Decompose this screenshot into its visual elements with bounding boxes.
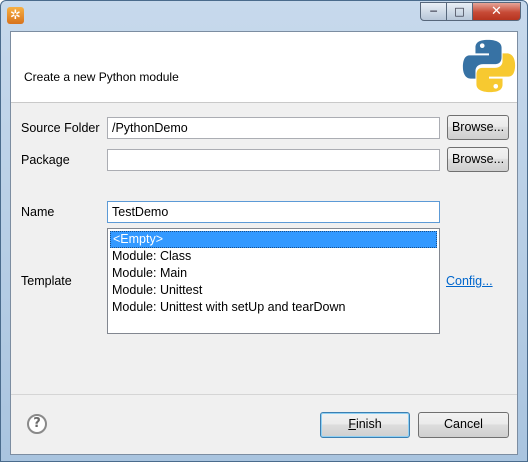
package-browse-button[interactable]: Browse... bbox=[447, 147, 509, 172]
template-option-unittest-setup-teardown[interactable]: Module: Unittest with setUp and tearDown bbox=[110, 299, 437, 316]
minimize-button[interactable]: ─ bbox=[420, 2, 447, 21]
config-link[interactable]: Config... bbox=[446, 274, 493, 288]
source-folder-input[interactable] bbox=[107, 117, 440, 139]
wizard-header: Create a new Python module bbox=[11, 32, 517, 103]
title-bar[interactable]: ✲ ─ □ ✕ bbox=[1, 1, 527, 31]
template-option-class[interactable]: Module: Class bbox=[110, 248, 437, 265]
wizard-title: Create a new Python module bbox=[24, 70, 179, 84]
app-gear-icon: ✲ bbox=[7, 7, 24, 24]
finish-button[interactable]: Finish bbox=[320, 412, 410, 438]
dialog-window: ✲ ─ □ ✕ Create a new Python module Sourc… bbox=[0, 0, 528, 462]
dialog-content: Create a new Python module Source Folder… bbox=[10, 31, 518, 455]
template-option-unittest[interactable]: Module: Unittest bbox=[110, 282, 437, 299]
name-input[interactable] bbox=[107, 201, 440, 223]
template-option-main[interactable]: Module: Main bbox=[110, 265, 437, 282]
maximize-button[interactable]: □ bbox=[446, 2, 473, 21]
package-label: Package bbox=[21, 153, 70, 167]
help-icon[interactable]: ? bbox=[27, 414, 47, 434]
close-button[interactable]: ✕ bbox=[472, 2, 521, 21]
package-input[interactable] bbox=[107, 149, 440, 171]
template-option-empty[interactable]: <Empty> bbox=[110, 231, 437, 248]
finish-button-mnemonic: F bbox=[348, 417, 356, 431]
cancel-button[interactable]: Cancel bbox=[418, 412, 509, 438]
footer-separator bbox=[11, 394, 517, 395]
template-label: Template bbox=[21, 274, 72, 288]
source-folder-label: Source Folder bbox=[21, 121, 100, 135]
template-list[interactable]: <Empty> Module: Class Module: Main Modul… bbox=[107, 228, 440, 334]
finish-button-label-rest: inish bbox=[355, 417, 382, 431]
source-folder-browse-button[interactable]: Browse... bbox=[447, 115, 509, 140]
name-label: Name bbox=[21, 205, 55, 219]
python-logo-icon bbox=[462, 39, 516, 93]
